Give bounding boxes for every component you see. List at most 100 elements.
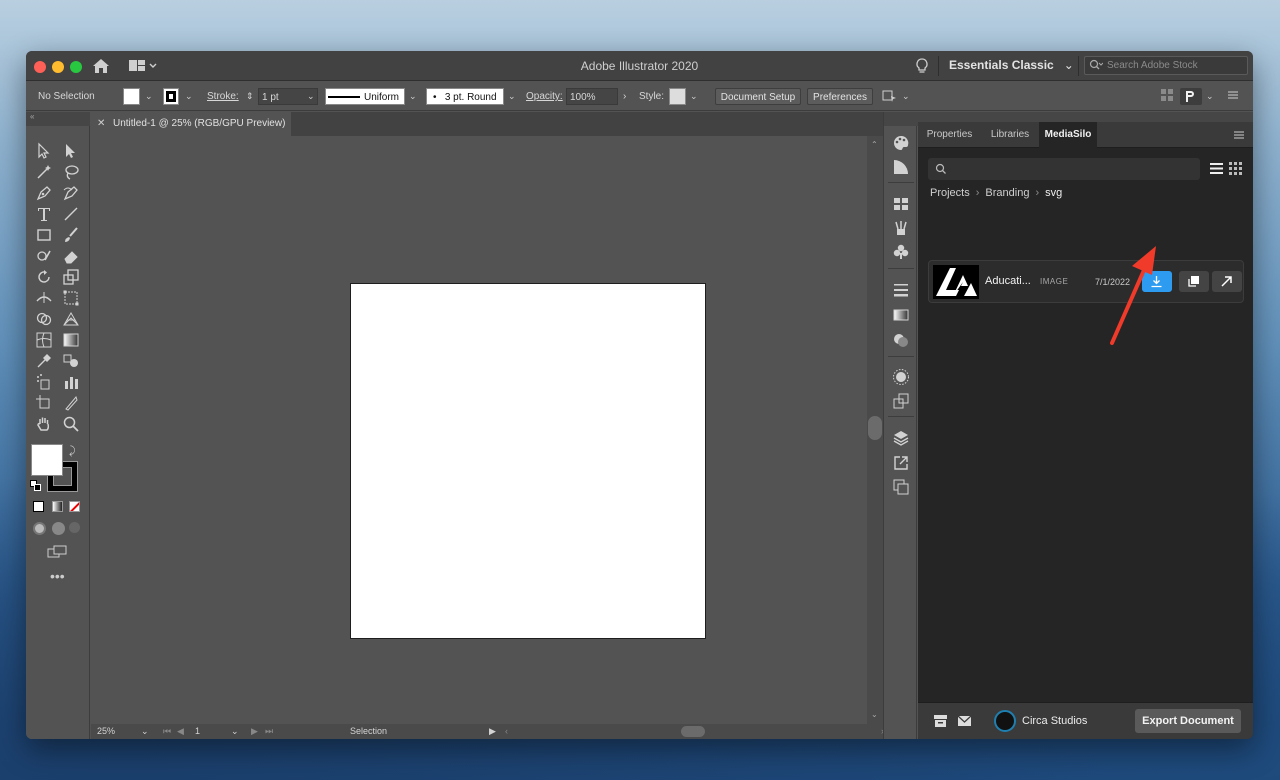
horizontal-scroll-thumb[interactable]	[681, 726, 705, 737]
place-copy-button[interactable]	[1179, 271, 1209, 292]
scroll-left-icon[interactable]: ‹	[505, 726, 508, 736]
color-mode-icon[interactable]	[33, 501, 44, 512]
chevron-down-icon[interactable]: ⌄	[1206, 88, 1214, 105]
layers-icon[interactable]	[892, 429, 910, 447]
free-transform-tool-icon[interactable]	[62, 289, 80, 307]
none-mode-icon[interactable]	[69, 501, 80, 512]
lasso-tool-icon[interactable]	[62, 163, 80, 181]
breadcrumb-projects[interactable]: Projects	[930, 187, 970, 199]
swap-fill-stroke-icon[interactable]: ⤸	[69, 445, 81, 457]
color-guide-icon[interactable]	[892, 158, 910, 176]
eyedropper-tool-icon[interactable]	[35, 352, 53, 370]
stock-search-input[interactable]: Search Adobe Stock	[1084, 56, 1248, 75]
lightbulb-icon[interactable]	[914, 57, 930, 75]
stroke-swatch[interactable]	[163, 88, 179, 105]
tab-properties[interactable]: Properties	[918, 122, 981, 148]
artboard-tool-icon[interactable]	[35, 394, 53, 412]
download-button[interactable]	[1142, 271, 1172, 292]
chevron-down-icon[interactable]: ⌄	[690, 88, 698, 105]
status-menu-icon[interactable]: ▶	[489, 726, 496, 737]
zoom-level[interactable]: 25%	[97, 726, 115, 736]
scroll-down-icon[interactable]: ⌄	[871, 710, 878, 719]
collapse-panel-icon[interactable]	[918, 112, 1253, 122]
select-similar-icon[interactable]	[882, 88, 898, 105]
shaper-tool-icon[interactable]	[35, 247, 53, 265]
brushes-icon[interactable]	[892, 219, 910, 237]
draw-inside-icon[interactable]	[69, 522, 80, 533]
draw-normal-icon[interactable]	[33, 522, 46, 535]
blend-tool-icon[interactable]	[62, 352, 80, 370]
perspective-grid-tool-icon[interactable]	[62, 310, 80, 328]
document-setup-button[interactable]: Document Setup	[715, 88, 801, 105]
opacity-field[interactable]: 100%	[566, 88, 618, 105]
shape-builder-tool-icon[interactable]	[35, 310, 53, 328]
last-artboard-icon[interactable]: ⏭	[265, 726, 273, 737]
panel-menu-icon[interactable]	[1226, 88, 1240, 105]
collapse-dock-icon[interactable]	[884, 112, 918, 126]
rectangle-tool-icon[interactable]	[35, 226, 53, 244]
paintbrush-tool-icon[interactable]	[62, 226, 80, 244]
type-tool-icon[interactable]	[35, 205, 53, 223]
panel-menu-icon[interactable]	[1233, 130, 1245, 140]
chevron-right-icon[interactable]: ›	[623, 88, 626, 105]
export-document-button[interactable]: Export Document	[1135, 709, 1241, 733]
list-view-icon[interactable]	[1210, 162, 1223, 175]
symbols-icon[interactable]	[892, 243, 910, 261]
curvature-tool-icon[interactable]	[62, 184, 80, 202]
breadcrumb-svg[interactable]: svg	[1045, 187, 1062, 199]
pen-tool-icon[interactable]	[35, 184, 53, 202]
chevron-down-icon[interactable]: ⌄	[409, 88, 417, 105]
mediasilo-plugin-icon[interactable]	[1180, 88, 1202, 105]
fill-color-swatch[interactable]	[31, 444, 63, 476]
tab-mediasilo[interactable]: MediaSilo	[1039, 122, 1097, 148]
open-external-button[interactable]	[1212, 271, 1242, 292]
tab-libraries[interactable]: Libraries	[981, 122, 1039, 148]
symbol-sprayer-tool-icon[interactable]	[35, 373, 53, 391]
selection-tool-icon[interactable]	[35, 142, 53, 160]
next-artboard-icon[interactable]: ▶	[251, 726, 258, 737]
chevron-down-icon[interactable]: ⌄	[508, 88, 516, 105]
column-graph-tool-icon[interactable]	[62, 373, 80, 391]
opacity-label[interactable]: Opacity:	[526, 88, 563, 105]
variable-width-profile[interactable]: Uniform	[325, 88, 405, 105]
canvas-area[interactable]	[91, 136, 867, 724]
chevron-down-icon[interactable]: ⌄	[902, 88, 910, 105]
gradient-mode-icon[interactable]	[52, 501, 63, 512]
gradient-tool-icon[interactable]	[62, 331, 80, 349]
scroll-up-icon[interactable]: ⌃	[871, 140, 878, 149]
zoom-tool-icon[interactable]	[62, 415, 80, 433]
previous-artboard-icon[interactable]: ◀	[177, 726, 184, 737]
mediasilo-search-input[interactable]	[928, 158, 1200, 180]
align-grid-icon[interactable]	[1160, 88, 1174, 105]
close-tab-icon[interactable]: ✕	[97, 112, 105, 136]
graphic-styles-icon[interactable]	[892, 392, 910, 410]
transparency-icon[interactable]	[892, 331, 910, 349]
direct-selection-tool-icon[interactable]	[62, 142, 80, 160]
fill-swatch[interactable]	[123, 88, 140, 105]
artboards-icon[interactable]	[892, 478, 910, 496]
stroke-label[interactable]: Stroke:	[207, 88, 239, 105]
appearance-icon[interactable]	[892, 368, 910, 386]
status-tool[interactable]: Selection	[350, 726, 387, 736]
gradient-panel-icon[interactable]	[892, 306, 910, 324]
width-tool-icon[interactable]	[35, 289, 53, 307]
workspace-switcher[interactable]: Essentials Classic ⌄	[949, 58, 1074, 72]
chevron-down-icon[interactable]: ⌄	[141, 726, 149, 737]
breadcrumb-branding[interactable]: Branding	[985, 187, 1029, 199]
stroke-panel-icon[interactable]	[892, 281, 910, 299]
magic-wand-tool-icon[interactable]	[35, 163, 53, 181]
artboard-number[interactable]: 1	[195, 726, 200, 736]
chevron-down-icon[interactable]: ⌄	[145, 88, 153, 105]
collapse-toolbar-icon[interactable]: «	[26, 112, 90, 126]
vertical-scrollbar[interactable]: ⌃ ⌄	[867, 136, 883, 724]
preferences-button[interactable]: Preferences	[807, 88, 873, 105]
line-segment-tool-icon[interactable]	[62, 205, 80, 223]
rotate-tool-icon[interactable]	[35, 268, 53, 286]
eraser-tool-icon[interactable]	[62, 247, 80, 265]
color-palette-icon[interactable]	[892, 134, 910, 152]
swatches-icon[interactable]	[892, 195, 910, 213]
first-artboard-icon[interactable]: ⏮	[163, 726, 171, 737]
chevron-down-icon[interactable]: ⌄	[231, 726, 239, 737]
brush-definition[interactable]: • 3 pt. Round	[426, 88, 504, 105]
mesh-tool-icon[interactable]	[35, 331, 53, 349]
